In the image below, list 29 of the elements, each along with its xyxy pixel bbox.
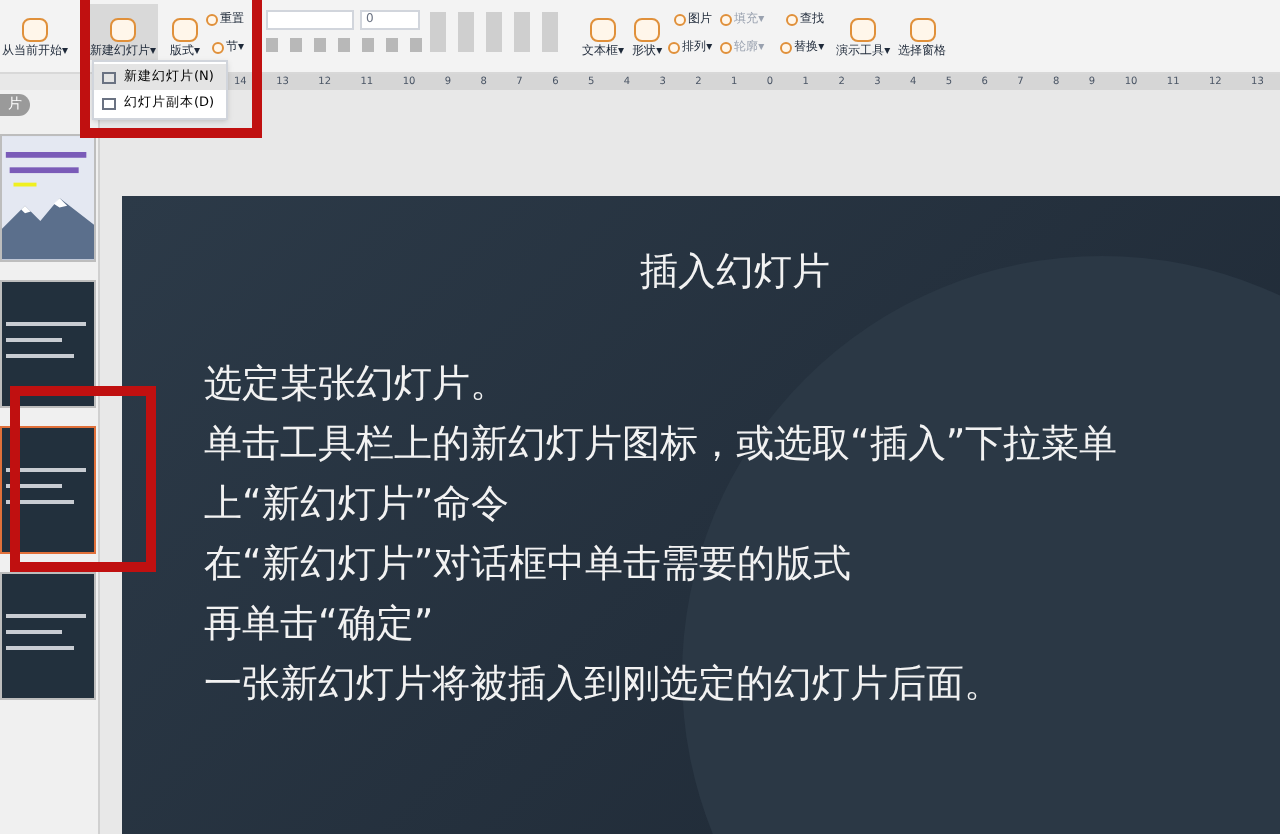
tool-icon [22,18,48,42]
thumbnail-text-drawing [6,613,86,649]
slide-thumbnail[interactable] [0,279,96,407]
slide-thumbnail[interactable] [0,133,96,261]
tool-icon [172,18,199,42]
slide-text-line: 上“新幻灯片”命令 [204,479,510,529]
slide-text-line: 单击工具栏上的新幻灯片图标，或选取“插入”下拉菜单 [204,419,1118,469]
tool-icon [850,18,877,42]
slide-text-line: 在“新幻灯片”对话框中单击需要的版式 [204,539,852,589]
slide-text-line: 选定某张幻灯片。 [204,359,508,409]
thumbnail-text-drawing [6,321,86,357]
tool-icon [110,18,137,42]
tool-icon [674,13,687,25]
tool-icon [206,13,219,25]
tool-icon [780,41,793,53]
slide-text-line: 一张新幻灯片将被插入到刚选定的幻灯片后面。 [204,659,1002,709]
tool-icon [634,18,661,42]
tool-icon [909,18,936,42]
tool-icon [720,13,733,25]
slide-thumbnail[interactable] [0,425,96,553]
slide-text-line: 再单击“确定” [204,599,434,649]
tool-icon [668,41,681,53]
tool-icon [720,41,733,53]
tool-icon [786,13,799,25]
tool-icon [212,41,225,53]
tool-icon [590,18,617,42]
font-name-field[interactable] [266,10,355,30]
slide-thumbnail[interactable] [0,571,96,699]
slide-title: 插入幻灯片 [640,248,830,298]
